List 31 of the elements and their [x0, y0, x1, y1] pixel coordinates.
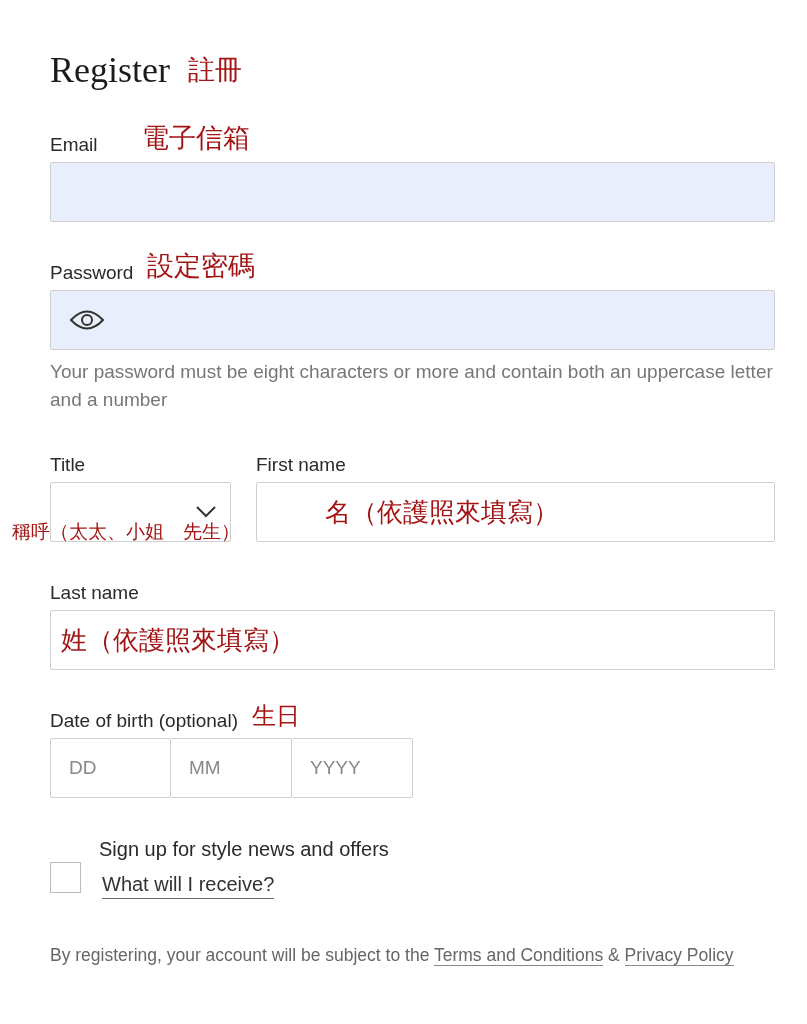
terms-notice: By registering, your account will be subject to the Terms and Conditions & Privacy Policy: [50, 944, 735, 968]
annotation: 名（依護照來填寫）: [324, 495, 559, 529]
checkbox-label: Sign up for style news and offers: [99, 838, 389, 861]
field-label: Email: [50, 134, 98, 156]
date-input[interactable]: DD: [50, 738, 171, 798]
annotation: 設定密碼: [147, 249, 256, 283]
page-title: Register: [50, 49, 170, 91]
info-link[interactable]: What will I receive?: [102, 873, 275, 899]
annotation: 註冊: [188, 53, 242, 87]
first-name-field[interactable]: 名（依護照來填寫）: [256, 482, 775, 542]
password-field[interactable]: [50, 290, 775, 350]
field-label: First name: [256, 454, 346, 476]
email-field[interactable]: [50, 162, 775, 222]
chevron-down-icon: [196, 506, 216, 518]
title-select[interactable]: [50, 482, 231, 542]
terms-link[interactable]: Terms and Conditions: [433, 945, 604, 966]
annotation: 生日: [252, 701, 300, 732]
checkbox[interactable]: [50, 862, 81, 893]
field-label: Password: [50, 262, 134, 284]
last-name-field[interactable]: 姓（依護照來填寫）: [50, 610, 775, 670]
annotation: 電子信箱: [141, 121, 250, 155]
eye-icon[interactable]: [69, 309, 105, 331]
date-input[interactable]: MM: [171, 738, 292, 798]
field-label: Title: [50, 454, 86, 476]
annotation: 姓（依護照來填寫）: [60, 623, 295, 657]
field-label: Last name: [50, 582, 139, 604]
privacy-link[interactable]: Privacy Policy: [624, 945, 734, 966]
date-input[interactable]: YYYY: [292, 738, 413, 798]
annotation: 稱呼（太太、小姐 先生）: [12, 520, 240, 542]
field-label: Date of birth (optional): [50, 710, 238, 732]
password-hint: Your password must be eight characters or more and contain both an uppercase letter and a number: [50, 360, 774, 412]
